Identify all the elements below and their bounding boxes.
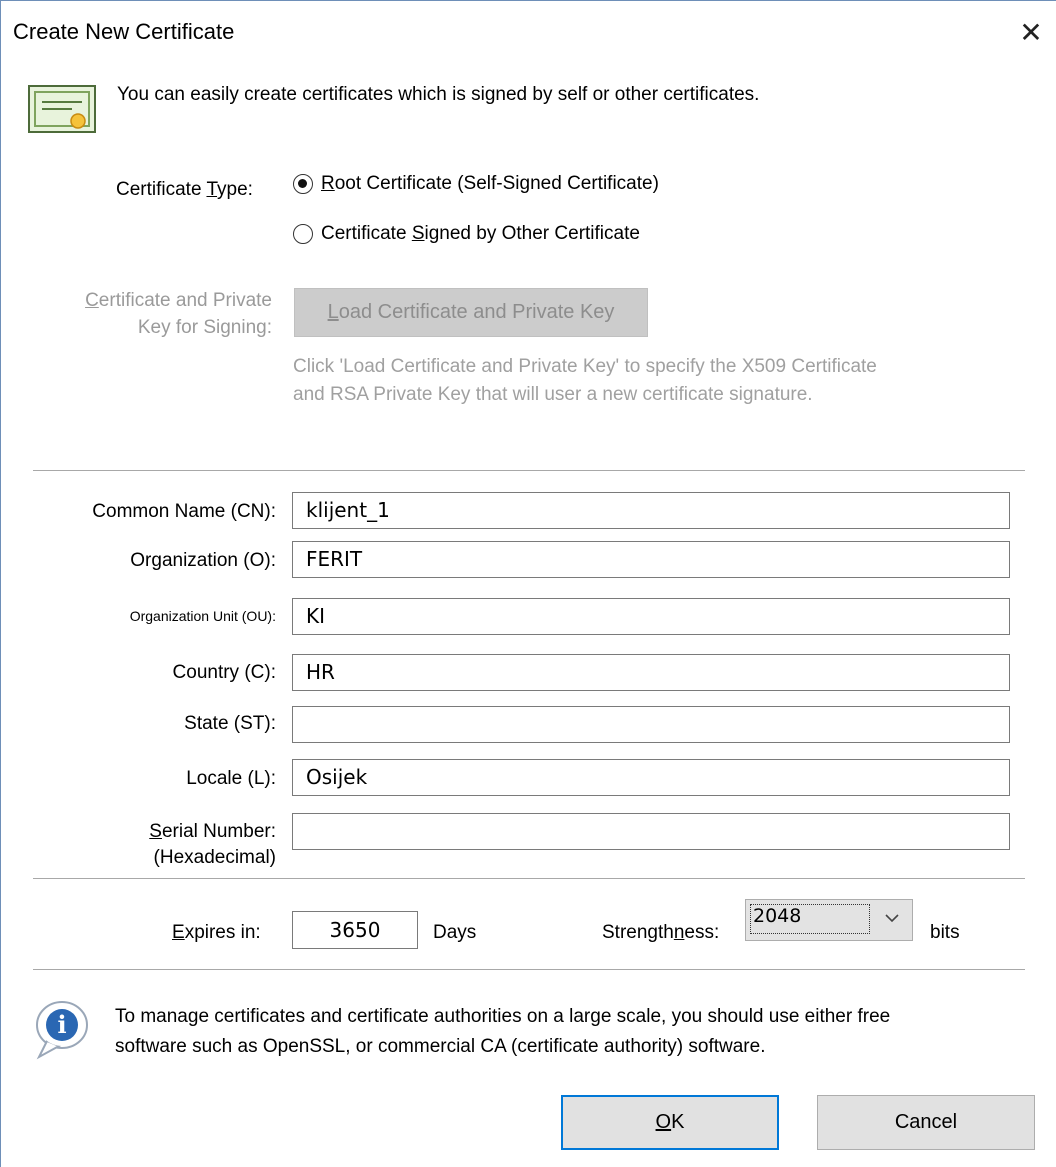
bits-unit-label: bits xyxy=(930,922,960,943)
label-part: Strength xyxy=(602,922,674,943)
signing-label-line1: Certificate and Private xyxy=(85,287,272,314)
strength-label: Strengthness: xyxy=(602,922,719,944)
label-accel: n xyxy=(673,922,685,943)
divider xyxy=(33,470,1025,471)
locale-label: Locale (L): xyxy=(186,768,276,789)
label-part: Certificate xyxy=(116,179,207,200)
serial-number-label: Serial Number: (Hexadecimal) xyxy=(149,819,276,871)
certificate-type-label: Certificate Type: xyxy=(116,179,253,201)
common-name-label: Common Name (CN): xyxy=(92,501,276,522)
strength-value: 2048 xyxy=(750,904,870,934)
radio-label: Certificate Signed by Other Certificate xyxy=(321,223,640,245)
org-unit-label: Organization Unit (OU): xyxy=(129,608,276,624)
info-line: To manage certificates and certificate a… xyxy=(115,1006,891,1027)
country-field[interactable]: HR xyxy=(292,654,1010,691)
ok-button[interactable]: OK xyxy=(561,1095,779,1150)
signing-label: Certificate and Private Key for Signing: xyxy=(85,287,272,341)
divider xyxy=(33,969,1025,970)
close-icon[interactable]: ✕ xyxy=(1011,13,1051,53)
state-field[interactable] xyxy=(292,706,1010,743)
info-line: software such as OpenSSL, or commercial … xyxy=(115,1036,766,1057)
label-part: Certificate xyxy=(321,223,412,244)
label-part: xpires in: xyxy=(184,922,261,943)
label-accel: T xyxy=(206,179,218,200)
signing-label-line2: Key for Signing: xyxy=(137,317,272,338)
radio-signed-by-other[interactable]: Certificate Signed by Other Certificate xyxy=(293,223,640,245)
country-label: Country (C): xyxy=(172,662,276,683)
certificate-icon xyxy=(28,85,96,133)
button-accel: O xyxy=(655,1111,672,1133)
intro-text: You can easily create certificates which… xyxy=(117,84,760,105)
dialog-title: Create New Certificate xyxy=(13,19,235,44)
hint-line: Click 'Load Certificate and Private Key'… xyxy=(293,356,877,377)
button-accel: L xyxy=(327,301,339,323)
serial-label-line2: (Hexadecimal) xyxy=(153,847,276,868)
label-accel: E xyxy=(172,922,185,943)
signing-hint: Click 'Load Certificate and Private Key'… xyxy=(293,353,1013,409)
label-accel: S xyxy=(149,821,162,842)
label-accel: S xyxy=(411,223,425,244)
state-label: State (ST): xyxy=(184,713,276,734)
svg-text:i: i xyxy=(57,1010,66,1039)
button-label: oad Certificate and Private Key xyxy=(338,301,615,323)
serial-number-field[interactable] xyxy=(292,813,1010,850)
radio-label: Root Certificate (Self-Signed Certificat… xyxy=(321,173,659,195)
label-part: erial Number: xyxy=(161,821,276,842)
info-icon: i xyxy=(36,1001,88,1060)
label-accel: C xyxy=(85,290,99,311)
radio-dot[interactable] xyxy=(293,224,313,244)
title-bar: Create New Certificate ✕ xyxy=(1,1,1056,65)
org-unit-field[interactable]: KI xyxy=(292,598,1010,635)
strength-select[interactable]: 2048 xyxy=(745,899,913,941)
radio-root-certificate[interactable]: Root Certificate (Self-Signed Certificat… xyxy=(293,173,659,195)
chevron-down-icon xyxy=(885,914,899,923)
common-name-field[interactable]: klijent_1 xyxy=(292,492,1010,529)
label-part: ess: xyxy=(684,922,720,943)
label-part: igned by Other Certificate xyxy=(424,223,640,244)
locale-field[interactable]: Osijek xyxy=(292,759,1010,796)
button-label: K xyxy=(671,1111,685,1133)
expires-label: Expires in: xyxy=(172,922,261,944)
label-accel: R xyxy=(321,173,335,194)
cancel-button[interactable]: Cancel xyxy=(817,1095,1035,1150)
info-message: To manage certificates and certificate a… xyxy=(115,1002,1045,1062)
label-part: oot Certificate (Self-Signed Certificate… xyxy=(334,173,659,194)
load-certificate-button[interactable]: Load Certificate and Private Key xyxy=(294,288,648,337)
organization-field[interactable]: FERIT xyxy=(292,541,1010,578)
serial-label-line1: Serial Number: xyxy=(149,819,276,845)
hint-line: and RSA Private Key that will user a new… xyxy=(293,384,813,405)
label-part: ype: xyxy=(217,179,253,200)
label-part: ertificate and Private xyxy=(98,290,272,311)
expires-days-input[interactable]: 3650 xyxy=(292,911,418,949)
divider xyxy=(33,878,1025,879)
organization-label: Organization (O): xyxy=(130,550,276,571)
dialog-window: Create New Certificate ✕ You can easily … xyxy=(0,0,1056,1167)
days-unit-label: Days xyxy=(433,922,477,943)
radio-dot-checked[interactable] xyxy=(293,174,313,194)
